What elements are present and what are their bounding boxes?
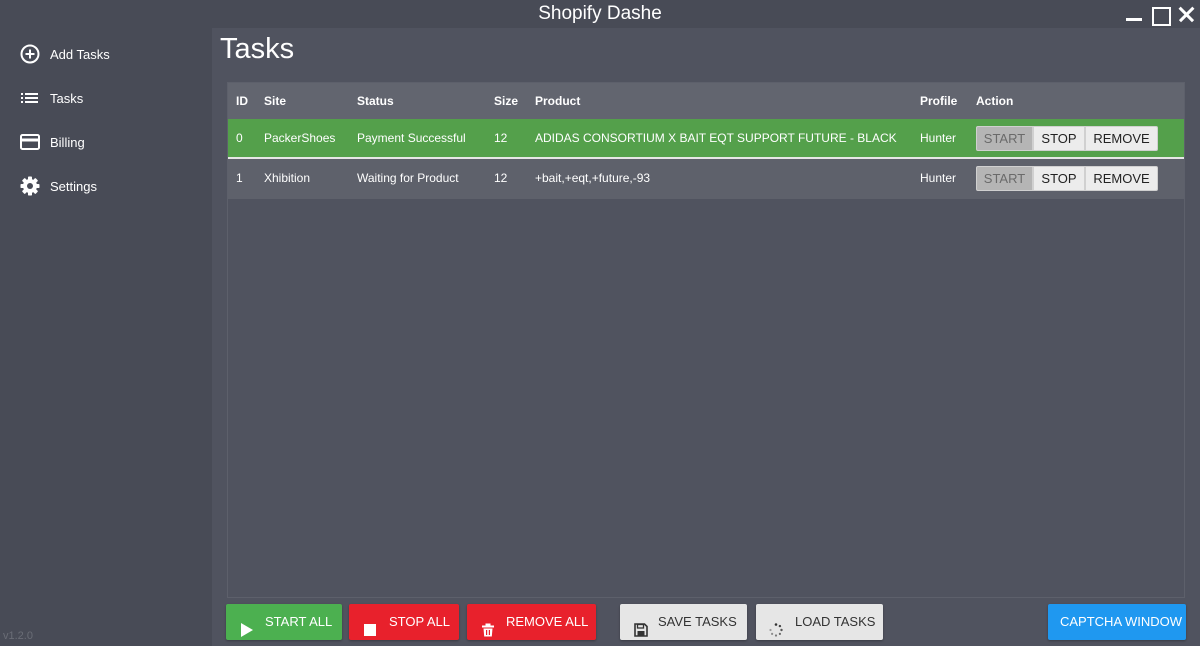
start-all-button[interactable]: START ALL <box>226 604 342 640</box>
sidebar-item-label: Add Tasks <box>50 47 110 62</box>
save-icon <box>634 615 648 637</box>
maximize-icon[interactable] <box>1150 4 1171 26</box>
column-header-size: Size <box>494 94 519 108</box>
table-row: 0 PackerShoes Payment Successful 12 ADID… <box>228 119 1184 159</box>
column-header-product: Product <box>535 94 581 108</box>
remove-button[interactable]: REMOVE <box>1085 166 1158 191</box>
stop-all-label: STOP ALL <box>389 614 450 629</box>
stop-all-button[interactable]: STOP ALL <box>349 604 459 640</box>
cell-status: Waiting for Product <box>357 171 459 185</box>
remove-all-label: REMOVE ALL <box>506 614 589 629</box>
column-header-action: Action <box>976 94 1014 108</box>
cell-product: ADIDAS CONSORTIUM X BAIT EQT SUPPORT FUT… <box>535 131 897 145</box>
column-header-profile: Profile <box>920 94 958 108</box>
sidebar-item-add-tasks[interactable]: Add Tasks <box>0 36 212 72</box>
version-label: v1.2.0 <box>3 630 33 642</box>
cell-product: +bait,+eqt,+future,-93 <box>535 171 651 185</box>
window-title: Shopify Dashe <box>538 3 662 24</box>
start-button[interactable]: START <box>976 166 1033 191</box>
cell-profile: Hunter <box>920 171 957 185</box>
sidebar-item-tasks[interactable]: Tasks <box>0 80 212 116</box>
list-icon <box>20 88 40 108</box>
table-row: 1 Xhibition Waiting for Product 12 +bait… <box>228 159 1184 199</box>
trash-icon <box>481 615 495 637</box>
stop-button[interactable]: STOP <box>1033 166 1085 191</box>
column-header-id: ID <box>236 94 248 108</box>
play-icon <box>240 615 254 637</box>
cell-profile: Hunter <box>920 131 957 145</box>
sidebar-item-label: Billing <box>50 135 85 150</box>
credit-card-icon <box>20 132 40 152</box>
remove-button[interactable]: REMOVE <box>1085 126 1158 151</box>
start-all-label: START ALL <box>265 614 333 629</box>
cell-site: PackerShoes <box>264 131 336 145</box>
cell-id: 0 <box>236 131 243 145</box>
save-tasks-label: SAVE TASKS <box>658 614 737 629</box>
stop-button[interactable]: STOP <box>1033 126 1085 151</box>
cell-id: 1 <box>236 171 243 185</box>
title-bar: Shopify Dashe <box>0 0 1200 28</box>
tasks-table: ID Site Status Size Product Profile Acti… <box>227 82 1185 598</box>
plus-circle-icon <box>20 44 40 64</box>
app-window: Shopify Dashe Add Tasks Tasks Billing Se… <box>0 0 1200 646</box>
column-header-site: Site <box>264 94 287 108</box>
load-tasks-button[interactable]: LOAD TASKS <box>756 604 883 640</box>
captcha-window-label: CAPTCHA WINDOW <box>1060 614 1183 629</box>
minimize-icon[interactable] <box>1124 4 1144 24</box>
sidebar-item-label: Tasks <box>50 91 84 106</box>
sidebar-item-billing[interactable]: Billing <box>0 124 212 160</box>
sidebar: Add Tasks Tasks Billing Settings v1.2.0 <box>0 28 212 646</box>
load-tasks-label: LOAD TASKS <box>795 614 876 629</box>
start-button[interactable]: START <box>976 126 1033 151</box>
cell-size: 12 <box>494 171 508 185</box>
cell-site: Xhibition <box>264 171 311 185</box>
table-header: ID Site Status Size Product Profile Acti… <box>228 83 1184 119</box>
page-title: Tasks <box>220 33 295 65</box>
captcha-window-button[interactable]: CAPTCHA WINDOW <box>1048 604 1186 640</box>
stop-icon <box>363 615 377 636</box>
loading-spinner-icon <box>769 615 783 637</box>
close-icon[interactable] <box>1176 4 1196 24</box>
save-tasks-button[interactable]: SAVE TASKS <box>620 604 747 640</box>
remove-all-button[interactable]: REMOVE ALL <box>467 604 596 640</box>
sidebar-item-label: Settings <box>50 179 97 194</box>
column-header-status: Status <box>357 94 394 108</box>
gear-icon <box>20 176 40 196</box>
cell-size: 12 <box>494 131 508 145</box>
sidebar-item-settings[interactable]: Settings <box>0 168 212 204</box>
cell-status: Payment Successful <box>357 131 466 145</box>
